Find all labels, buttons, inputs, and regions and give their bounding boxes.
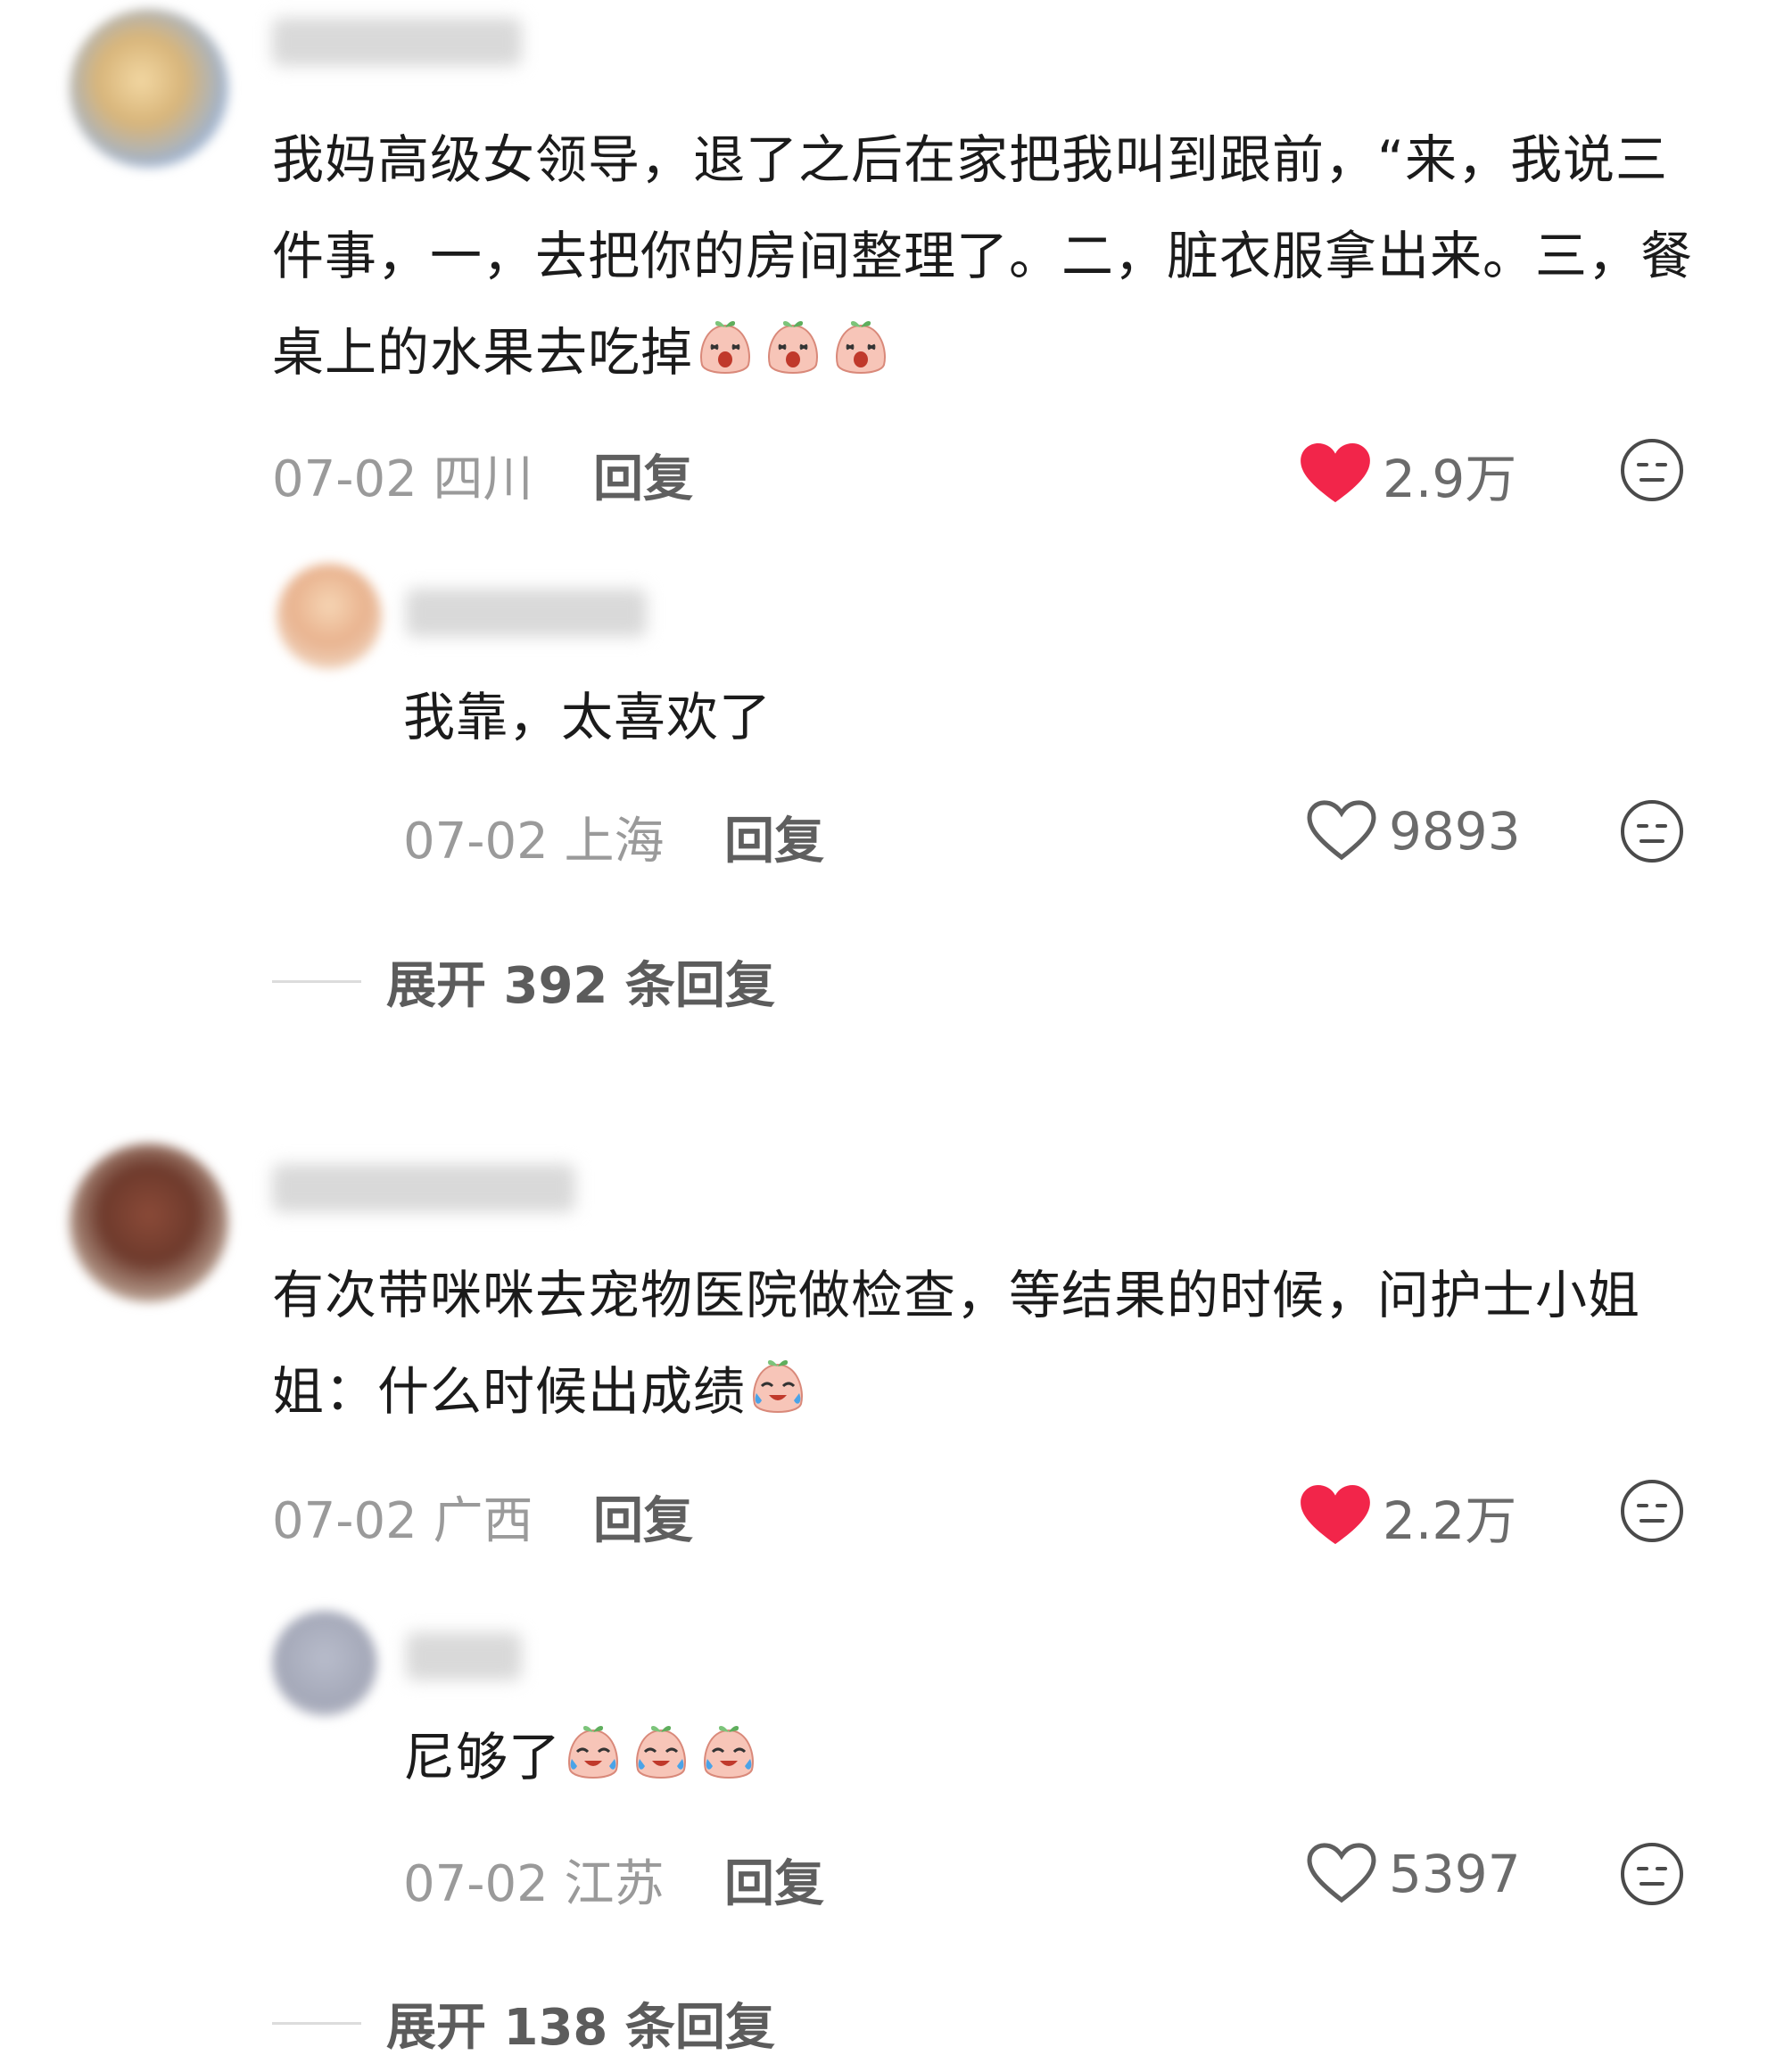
dislike-face-icon[interactable] [1619,1841,1685,1907]
comment-text: 有次带咪咪去宠物医院做检查，等结果的时候，问护士小姐姐：什么时候出成绩 [272,1265,1641,1422]
shocked-peach-emoji [829,315,893,379]
reply-avatar[interactable] [272,1611,377,1716]
reply-text: 我靠，太喜欢了 [403,687,772,747]
heart-outline-icon [1307,1843,1376,1905]
comment-date: 07-02 [272,450,417,508]
reply-location: 上海 [564,813,665,871]
crying-peach-emoji [561,1720,625,1784]
crying-peach-emoji [629,1720,693,1784]
crying-peach-emoji [697,1720,761,1784]
reply-location: 江苏 [564,1855,665,1913]
like-count: 5397 [1389,1844,1521,1904]
comment-location: 广西 [433,1492,533,1550]
reply-button[interactable]: 回复 [724,801,824,873]
comment-location: 四川 [433,450,533,508]
username[interactable] [272,1164,575,1212]
reply-button[interactable]: 回复 [724,1844,824,1916]
expand-replies-label: 展开 392 条回复 [386,957,775,1015]
shocked-peach-emoji [761,315,825,379]
comment-meta: 07-02 广西 [272,1481,533,1553]
reply-meta: 07-02 上海 [403,801,665,873]
avatar[interactable] [70,1143,228,1302]
like-button[interactable]: 5397 [1307,1843,1521,1905]
shocked-peach-emoji [693,315,757,379]
heart-filled-icon [1301,443,1370,506]
dislike-face-icon[interactable] [1619,437,1685,503]
dislike-face-icon[interactable] [1619,798,1685,864]
avatar[interactable] [70,9,228,168]
expand-replies-button[interactable]: 展开 138 条回复 [272,1987,775,2060]
reply-meta: 07-02 江苏 [403,1844,665,1916]
like-count: 2.2万 [1383,1490,1517,1551]
expand-replies-label: 展开 138 条回复 [386,1999,775,2057]
reply-username[interactable] [406,1632,522,1680]
reply-date: 07-02 [403,813,549,871]
expand-replies-button[interactable]: 展开 392 条回复 [272,945,775,1018]
reply-date: 07-02 [403,1855,549,1913]
crying-peach-emoji [746,1354,810,1418]
reply-button[interactable]: 回复 [593,1481,693,1553]
like-button[interactable]: 9893 [1307,800,1521,863]
like-count: 2.9万 [1383,449,1517,509]
reply-username[interactable] [406,589,647,637]
divider-line [272,980,361,983]
reply-text: 尼够了 [403,1709,764,1805]
like-button[interactable]: 2.2万 [1301,1479,1516,1554]
divider-line [272,2022,361,2025]
reply-button[interactable]: 回复 [593,439,693,511]
comment-date: 07-02 [272,1492,417,1550]
comment-meta: 07-02 四川 [272,439,533,511]
heart-filled-icon [1301,1485,1370,1548]
username[interactable] [272,18,522,66]
heart-outline-icon [1307,800,1376,863]
reply-avatar[interactable] [277,564,382,669]
like-count: 9893 [1389,801,1521,862]
like-button[interactable]: 2.9万 [1301,437,1516,512]
dislike-face-icon[interactable] [1619,1478,1685,1544]
comment-text: 我妈高级女领导，退了之后在家把我叫到跟前，“来，我说三件事，一，去把你的房间整理… [272,129,1694,383]
